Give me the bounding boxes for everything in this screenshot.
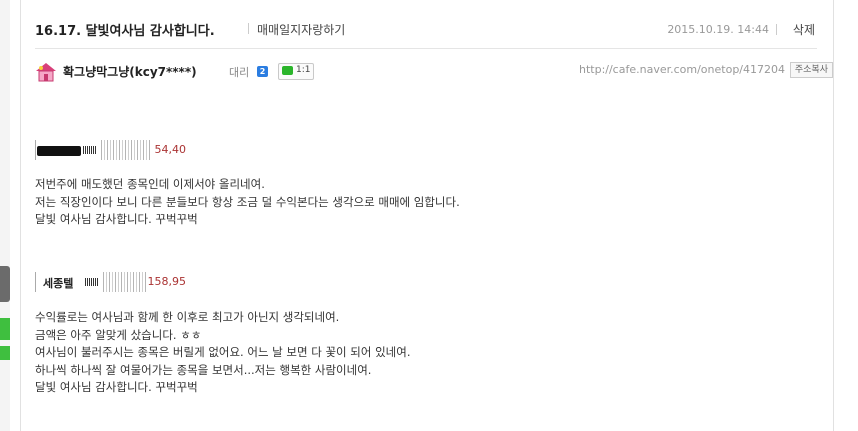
side-tab-green[interactable] [0,318,10,340]
post-paragraph: 저번주에 매도했던 종목인데 이제서야 올리네여. 저는 직장인이다 보니 다른 … [35,176,460,229]
ticker-edge [35,272,36,292]
post-frame: 16.17. 달빛여사님 감사합니다. 매매일지자랑하기 2015.10.19.… [20,0,834,431]
author-row: 확그냥막그냥(kcy7****) 대리 2 1:1 http://cafe.na… [35,60,833,84]
ticker-bars-mini [85,278,99,286]
left-scroll-strip [0,0,10,431]
text-line: 달빛 여사님 감사합니다. 꾸벅꾸벅 [35,212,198,226]
title-separator [248,23,249,34]
one-to-one-chat-button[interactable]: 1:1 [278,63,314,80]
ticker-bars [101,140,151,160]
text-line: 수익률로는 여사님과 함께 한 이후로 최고가 아닌지 생각되네여. [35,310,340,324]
text-line: 달빛 여사님 감사합니다. 꾸벅꾸벅 [35,380,198,394]
author-name[interactable]: 확그냥막그냥(kcy7****) [63,63,197,80]
stock-ticker-image: 세종텔 158,95 [35,272,190,292]
delete-button[interactable]: 삭제 [793,21,815,38]
board-link[interactable]: 매매일지자랑하기 [257,21,345,38]
stock-ticker-image: 54,40 [35,140,190,160]
redacted-name [37,146,81,156]
side-tab-green-small[interactable] [0,346,10,360]
text-line: 하나씩 하나씩 잘 여물어가는 종목을 보면서...저는 행복한 사람이네여. [35,362,372,377]
side-tab-gray[interactable] [0,266,10,302]
date-separator [776,24,777,35]
ticker-bars [103,272,147,292]
chat-label: 1:1 [296,65,311,75]
level-badge-icon: 2 [257,66,268,77]
post-paragraph: 수익률로는 여사님과 함께 한 이후로 최고가 아닌지 생각되네여. 금액은 아주… [35,309,411,397]
post-date: 2015.10.19. 14:44 [667,23,769,36]
ticker-price: 54,40 [154,143,187,156]
text-line: 금액은 아주 알맞게 샀습니다. ㅎㅎ [35,327,202,342]
post-url[interactable]: http://cafe.naver.com/onetop/417204 [579,63,785,76]
author-level: 대리 [229,66,250,79]
post-header: 16.17. 달빛여사님 감사합니다. 매매일지자랑하기 2015.10.19.… [35,18,817,42]
text-line: 여사님이 불러주시는 종목은 버릴게 없어요. 어느 날 보면 다 꽃이 되어 … [35,345,411,359]
ticker-edge [35,140,36,160]
ticker-bars-mini [83,146,97,154]
header-divider [35,48,817,49]
house-avatar-icon[interactable] [35,62,57,82]
text-line: 저번주에 매도했던 종목인데 이제서야 올리네여. [35,177,265,191]
copy-url-button[interactable]: 주소복사 [789,62,833,78]
ticker-price: 158,95 [147,275,187,288]
chat-bubble-icon [282,66,293,75]
post-title: 16.17. 달빛여사님 감사합니다. [35,24,215,39]
text-line: 저는 직장인이다 보니 다른 분들보다 항상 조금 덜 수익본다는 생각으로 매… [35,194,460,209]
ticker-name: 세종텔 [43,277,74,290]
